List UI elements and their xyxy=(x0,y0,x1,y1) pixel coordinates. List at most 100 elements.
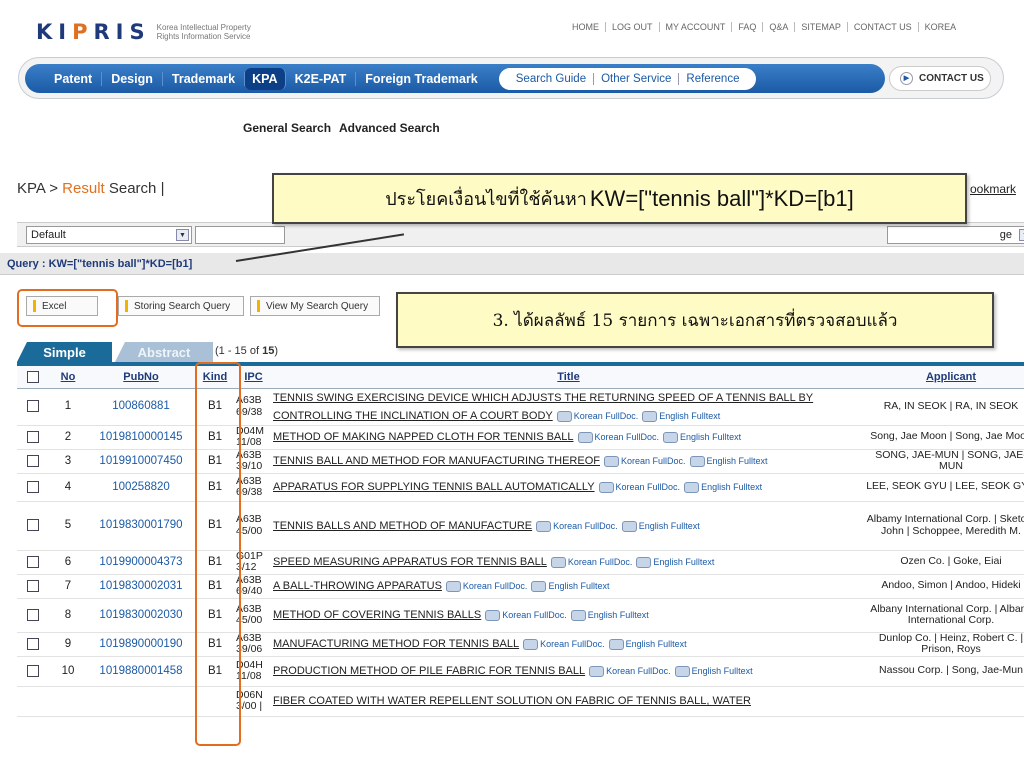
view-search-query-button[interactable]: View My Search Query xyxy=(250,296,380,316)
page-size-value: ge xyxy=(999,229,1012,241)
guide-pill: Search Guide Other Service Reference xyxy=(498,67,757,90)
nav-home[interactable]: HOME xyxy=(566,22,605,32)
row-pubno-link[interactable]: 1019910007450 xyxy=(99,455,182,467)
row-title: MANUFACTURING METHOD FOR TENNIS BALL Kore… xyxy=(272,632,865,657)
tab-k2e-pat[interactable]: K2E-PAT xyxy=(286,71,357,86)
row-title-link[interactable]: TENNIS SWING EXERCISING DEVICE WHICH ADJ… xyxy=(273,392,813,422)
english-fulltext-link[interactable]: English Fulltext xyxy=(663,428,741,446)
col-no[interactable]: No xyxy=(49,366,87,389)
page-size-select[interactable]: ge ▼ xyxy=(887,226,1024,244)
english-fulltext-link[interactable]: English Fulltext xyxy=(622,517,700,535)
nav-qa[interactable]: Q&A xyxy=(762,22,794,32)
row-pubno-link[interactable]: 100860881 xyxy=(112,400,170,412)
reference-link[interactable]: Reference xyxy=(678,72,746,85)
row-pubno-link[interactable]: 100258820 xyxy=(112,481,170,493)
korean-fulldoc-link[interactable]: Korean FullDoc. xyxy=(589,662,671,680)
advanced-search-link[interactable]: Advanced Search xyxy=(339,121,440,135)
row-checkbox[interactable] xyxy=(17,388,49,426)
row-title-link[interactable]: TENNIS BALL AND METHOD FOR MANUFACTURING… xyxy=(273,455,600,467)
tab-simple[interactable]: Simple xyxy=(17,342,112,362)
row-no: 3 xyxy=(49,449,87,474)
row-pubno-link[interactable]: 1019830001790 xyxy=(99,519,182,531)
row-checkbox[interactable] xyxy=(17,656,49,687)
row-checkbox[interactable] xyxy=(17,449,49,474)
english-fulltext-link[interactable]: English Fulltext xyxy=(636,553,714,571)
row-pubno-link[interactable]: 1019830002030 xyxy=(99,609,182,621)
row-checkbox[interactable] xyxy=(17,632,49,657)
col-title[interactable]: Title xyxy=(272,366,865,389)
row-checkbox[interactable] xyxy=(17,686,49,717)
row-pubno: 1019830002030 xyxy=(87,598,195,633)
row-title: TENNIS BALL AND METHOD FOR MANUFACTURING… xyxy=(272,449,865,474)
row-checkbox[interactable] xyxy=(17,574,49,599)
row-checkbox[interactable] xyxy=(17,598,49,633)
korean-fulldoc-link[interactable]: Korean FullDoc. xyxy=(485,606,567,624)
korean-fulldoc-link[interactable]: Korean FullDoc. xyxy=(557,407,639,425)
nav-logout[interactable]: LOG OUT xyxy=(605,22,659,32)
kipris-logo[interactable]: KIPRIS Korea Intellectual Property Rights… xyxy=(36,20,251,44)
english-fulltext-link[interactable]: English Fulltext xyxy=(642,407,720,425)
row-title-link[interactable]: FIBER COATED WITH WATER REPELLENT SOLUTI… xyxy=(273,695,751,707)
english-fulltext-link[interactable]: English Fulltext xyxy=(571,606,649,624)
search-guide-link[interactable]: Search Guide xyxy=(509,73,593,85)
col-pubno[interactable]: PubNo xyxy=(87,366,195,389)
tab-abstract[interactable]: Abstract xyxy=(115,342,213,362)
sort-select[interactable]: Default ▼ xyxy=(26,226,192,244)
row-title-link[interactable]: PRODUCTION METHOD OF PILE FABRIC FOR TEN… xyxy=(273,665,585,677)
row-title-link[interactable]: A BALL-THROWING APPARATUS xyxy=(273,580,442,592)
other-service-link[interactable]: Other Service xyxy=(593,72,678,85)
tab-kpa[interactable]: KPA xyxy=(245,67,286,90)
row-checkbox[interactable] xyxy=(17,473,49,502)
col-applicant[interactable]: Applicant xyxy=(865,366,1024,389)
row-title-link[interactable]: APPARATUS FOR SUPPLYING TENNIS BALL AUTO… xyxy=(273,481,595,493)
row-title-link[interactable]: METHOD OF COVERING TENNIS BALLS xyxy=(273,609,481,621)
english-fulltext-link[interactable]: English Fulltext xyxy=(531,577,609,595)
row-no-text: 6 xyxy=(64,555,72,568)
row-no-text: 3 xyxy=(64,454,72,467)
row-title-link[interactable]: METHOD OF MAKING NAPPED CLOTH FOR TENNIS… xyxy=(273,431,574,443)
row-checkbox[interactable] xyxy=(17,550,49,575)
table-row: 4 100258820 B1 A63B 69/38 APPARATUS FOR SUPP… xyxy=(17,473,1024,502)
english-fulltext-link[interactable]: English Fulltext xyxy=(675,662,753,680)
korean-fulldoc-link[interactable]: Korean FullDoc. xyxy=(599,478,681,496)
row-pubno-link[interactable]: 1019880001458 xyxy=(99,665,182,677)
row-checkbox[interactable] xyxy=(17,501,49,551)
english-fulltext-link[interactable]: English Fulltext xyxy=(609,635,687,653)
search-input[interactable] xyxy=(195,226,285,244)
row-title-link[interactable]: TENNIS BALLS AND METHOD OF MANUFACTURE xyxy=(273,520,532,532)
korean-fulldoc-link[interactable]: Korean FullDoc. xyxy=(446,577,528,595)
bookmark-link[interactable]: ookmark xyxy=(970,182,1016,196)
select-all-checkbox[interactable] xyxy=(17,366,49,389)
table-row: 9 1019890000190 B1 A63B 39/06 MANUFACTURING … xyxy=(17,632,1024,657)
nav-korea[interactable]: KOREA xyxy=(917,22,963,32)
korean-fulldoc-link[interactable]: Korean FullDoc. xyxy=(578,428,660,446)
tab-patent[interactable]: Patent xyxy=(45,71,103,86)
nav-contact-us[interactable]: CONTACT US xyxy=(846,22,918,32)
contact-us-button[interactable]: ▶ CONTACT US xyxy=(889,66,991,91)
storing-search-query-button[interactable]: Storing Search Query xyxy=(118,296,244,316)
korean-fulldoc-link[interactable]: Korean FullDoc. xyxy=(551,553,633,571)
nav-my-account[interactable]: MY ACCOUNT xyxy=(658,22,732,32)
table-row: D06N 3/00 | FIBER COATED WITH WATER REPEL… xyxy=(17,686,1024,717)
row-pubno-link[interactable]: 1019890000190 xyxy=(99,638,182,650)
row-no: 9 xyxy=(49,632,87,657)
english-fulltext-link[interactable]: English Fulltext xyxy=(690,452,768,470)
nav-sitemap[interactable]: SITEMAP xyxy=(794,22,847,32)
korean-fulldoc-link[interactable]: Korean FullDoc. xyxy=(536,517,618,535)
korean-fulldoc-link[interactable]: Korean FullDoc. xyxy=(604,452,686,470)
english-fulltext-link[interactable]: English Fulltext xyxy=(684,478,762,496)
callout-result-annotation: 3. ได้ผลลัพธ์ 15 รายการ เฉพาะเอกสารที่ตร… xyxy=(396,292,994,348)
checkbox-icon xyxy=(27,579,39,592)
row-title-link[interactable]: MANUFACTURING METHOD FOR TENNIS BALL xyxy=(273,638,519,650)
tab-design[interactable]: Design xyxy=(102,71,163,86)
korean-fulldoc-link[interactable]: Korean FullDoc. xyxy=(523,635,605,653)
row-pubno-link[interactable]: 1019900004373 xyxy=(99,556,182,568)
tab-foreign-trademark[interactable]: Foreign Trademark xyxy=(356,72,487,86)
row-pubno-link[interactable]: 1019810000145 xyxy=(99,431,182,443)
row-pubno-link[interactable]: 1019830002031 xyxy=(99,580,182,592)
tab-trademark[interactable]: Trademark xyxy=(163,71,246,86)
row-title-link[interactable]: SPEED MEASURING APPARATUS FOR TENNIS BAL… xyxy=(273,556,547,568)
nav-faq[interactable]: FAQ xyxy=(731,22,762,32)
row-checkbox[interactable] xyxy=(17,425,49,450)
general-search-link[interactable]: General Search xyxy=(243,121,331,135)
